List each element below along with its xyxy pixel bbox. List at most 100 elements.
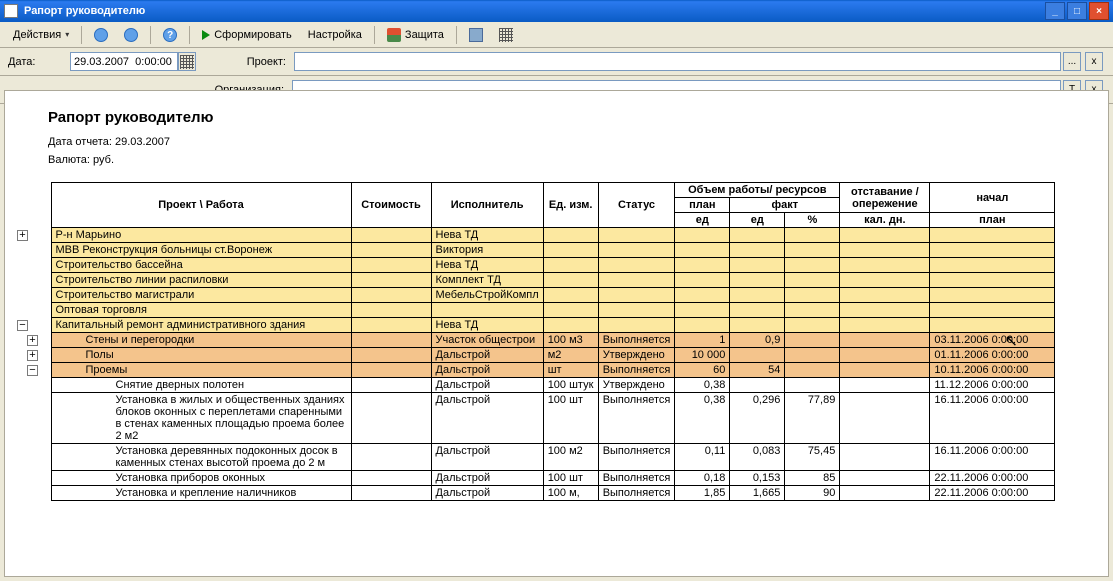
cell-unit: 100 м, — [543, 486, 598, 501]
cell-exec: Нева ТД — [431, 258, 543, 273]
cell-status: Выполняется — [598, 444, 675, 471]
table-row[interactable]: Строительство линии распиловки Комплект Т… — [13, 273, 1055, 288]
date-input[interactable] — [70, 52, 178, 71]
cell-start: 01.11.2006 0:00:00 — [930, 348, 1055, 363]
generate-button[interactable]: Сформировать — [195, 25, 299, 45]
cell-name: Установка деревянных подоконных досок в … — [51, 444, 351, 471]
th-lag-group: отставание /опережение — [840, 183, 930, 213]
protect-button[interactable]: Защита — [380, 25, 451, 45]
collapse-icon[interactable]: − — [17, 320, 28, 331]
th-start: начал — [930, 183, 1055, 213]
cell-name: Оптовая торговля — [51, 303, 351, 318]
cell-start — [930, 243, 1055, 258]
cell-unit — [543, 273, 598, 288]
expand-icon[interactable]: + — [27, 350, 38, 361]
table-row[interactable]: Строительство магистралиМебельСтройКомпл — [13, 288, 1055, 303]
cell-exec: МебельСтройКомпл — [431, 288, 543, 303]
cell-unit — [543, 303, 598, 318]
cell-plan — [675, 303, 730, 318]
date-picker-button[interactable] — [178, 52, 196, 71]
cell-start — [930, 318, 1055, 333]
chevron-down-icon: ▾ — [65, 30, 69, 39]
th-unit: Ед. изм. — [543, 183, 598, 228]
grid-icon — [499, 28, 513, 42]
cell-exec: Нева ТД — [431, 318, 543, 333]
cell-name: Строительство линии распиловки — [51, 273, 351, 288]
help-button[interactable]: ? — [156, 25, 184, 45]
cell-fact — [730, 258, 785, 273]
cell-exec: Нева ТД — [431, 228, 543, 243]
project-clear-button[interactable]: x — [1085, 52, 1103, 71]
toolbar: Действия ▾ ? Сформировать Настройка Защи… — [0, 22, 1113, 48]
window-title: Рапорт руководителю — [24, 5, 1045, 17]
cell-pct — [785, 243, 840, 258]
th-ed-plan: ед — [675, 213, 730, 228]
table-row[interactable]: Установка в жилых и общественных зданиях… — [13, 393, 1055, 444]
report-date-line: Дата отчета: 29.03.2007 — [48, 136, 1109, 148]
report-area[interactable]: Рапорт руководителю Дата отчета: 29.03.2… — [4, 90, 1109, 577]
view-btn-1[interactable] — [462, 25, 490, 45]
cell-unit: 100 шт — [543, 393, 598, 444]
view-btn-2[interactable] — [492, 25, 520, 45]
expand-icon[interactable]: + — [17, 230, 28, 241]
th-executor: Исполнитель — [431, 183, 543, 228]
cell-plan — [675, 273, 730, 288]
th-plan2: план — [930, 213, 1055, 228]
table-row[interactable]: МВВ Реконструкция больницы ст.ВоронежВик… — [13, 243, 1055, 258]
cell-pct — [785, 303, 840, 318]
cell-unit: 100 м3 — [543, 333, 598, 348]
collapse-icon[interactable]: − — [27, 365, 38, 376]
project-input[interactable] — [294, 52, 1061, 71]
tree-gutter — [13, 258, 51, 273]
tool-btn-2[interactable] — [117, 25, 145, 45]
cell-exec: Комплект ТД — [431, 273, 543, 288]
table-row[interactable]: Установка и крепление наличниковДальстро… — [13, 486, 1055, 501]
cell-plan — [675, 258, 730, 273]
th-ed-fact: ед — [730, 213, 785, 228]
table-row[interactable]: Установка деревянных подоконных досок в … — [13, 444, 1055, 471]
cell-start: 22.11.2006 0:00:00 — [930, 471, 1055, 486]
cell-exec: Участок общестрои — [431, 333, 543, 348]
cell-pct — [785, 288, 840, 303]
th-cal-days: кал. дн. — [840, 213, 930, 228]
minimize-button[interactable]: _ — [1045, 2, 1065, 20]
cell-fact — [730, 273, 785, 288]
cell-start: 16.11.2006 0:00:00 — [930, 444, 1055, 471]
cell-pct: 75,45 — [785, 444, 840, 471]
maximize-button[interactable]: □ — [1067, 2, 1087, 20]
table-row[interactable]: +Р-н МарьиноНева ТД — [13, 228, 1055, 243]
cell-cal — [840, 288, 930, 303]
cell-fact: 0,9 — [730, 333, 785, 348]
settings-button[interactable]: Настройка — [301, 25, 369, 45]
cell-name: Капитальный ремонт административного зда… — [51, 318, 351, 333]
cell-plan — [675, 228, 730, 243]
actions-menu[interactable]: Действия ▾ — [6, 25, 76, 45]
cell-status: Выполняется — [598, 363, 675, 378]
cell-status — [598, 228, 675, 243]
tool-btn-1[interactable] — [87, 25, 115, 45]
table-row[interactable]: Снятие дверных полотенДальстрой100 штукУ… — [13, 378, 1055, 393]
table-row[interactable]: Установка приборов оконныхДальстрой100 ш… — [13, 471, 1055, 486]
th-volume-group: Объем работы/ ресурсов — [675, 183, 840, 198]
cell-fact — [730, 243, 785, 258]
cell-name: Установка приборов оконных — [51, 471, 351, 486]
cell-status — [598, 318, 675, 333]
table-row[interactable]: +ПолыДальстройм2Утверждено10 00001.11.20… — [13, 348, 1055, 363]
close-button[interactable]: × — [1089, 2, 1109, 20]
tree-gutter — [13, 273, 51, 288]
cell-plan: 0,11 — [675, 444, 730, 471]
th-cost: Стоимость — [351, 183, 431, 228]
cell-fact — [730, 318, 785, 333]
expand-icon[interactable]: + — [27, 335, 38, 346]
project-select-button[interactable]: ... — [1063, 52, 1081, 71]
table-row[interactable]: Строительство бассейнаНева ТД — [13, 258, 1055, 273]
table-row[interactable]: − Капитальный ремонт административного зд… — [13, 318, 1055, 333]
protect-label: Защита — [405, 29, 444, 41]
cell-exec: Дальстрой — [431, 363, 543, 378]
tree-gutter — [13, 288, 51, 303]
table-row[interactable]: −ПроемыДальстройштВыполняется605410.11.2… — [13, 363, 1055, 378]
cell-status — [598, 258, 675, 273]
table-row[interactable]: +Стены и перегородкиУчасток общестрои100… — [13, 333, 1055, 348]
cell-status: Выполняется — [598, 471, 675, 486]
table-row[interactable]: Оптовая торговля — [13, 303, 1055, 318]
